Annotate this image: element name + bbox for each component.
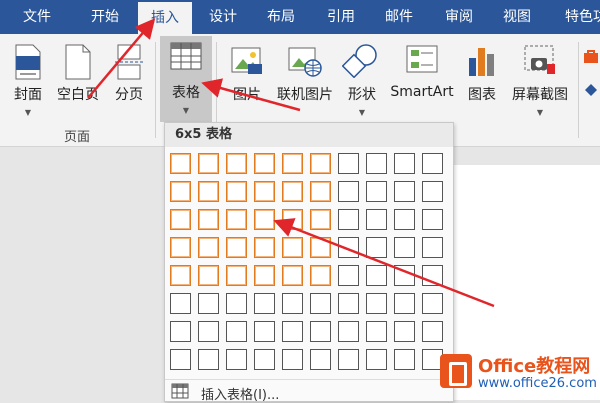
annotation-arrows [87, 18, 495, 308]
arrow-to-table-button [201, 78, 301, 112]
arrow-to-insert-tab [87, 18, 156, 99]
arrow-to-grid [273, 218, 495, 308]
